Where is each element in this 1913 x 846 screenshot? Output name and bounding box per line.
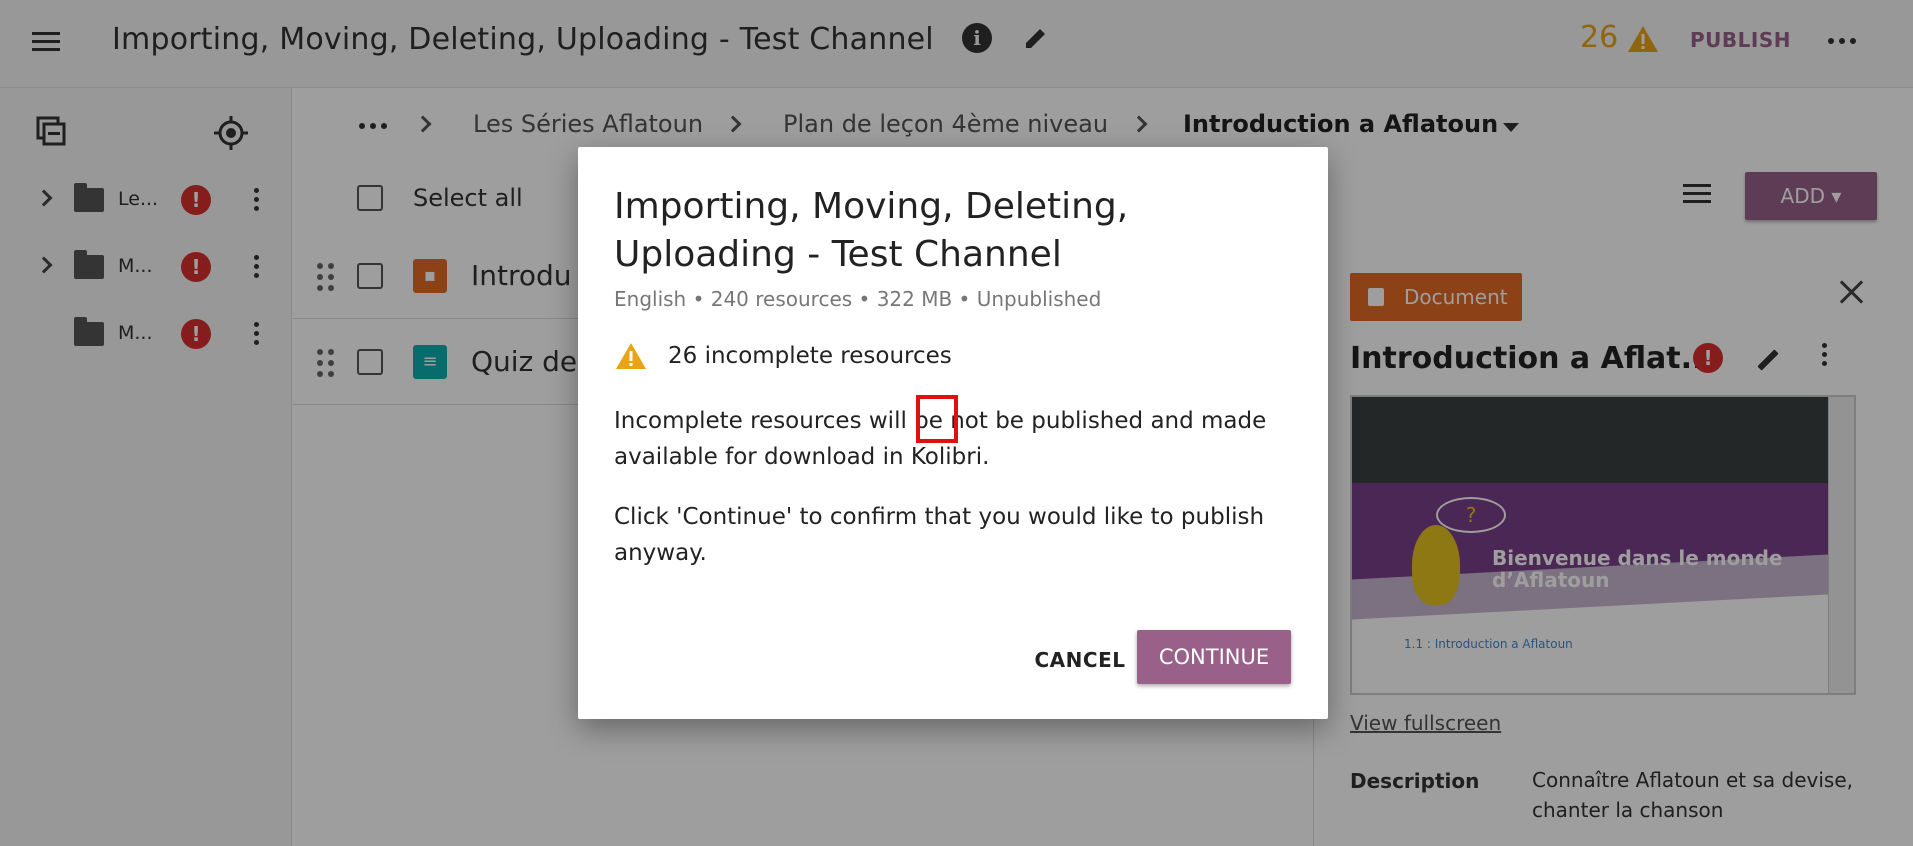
cancel-button[interactable]: CANCEL [1010,635,1150,685]
incomplete-warning: 26 incomplete resources [614,341,952,375]
publish-confirm-dialog: Importing, Moving, Deleting, Uploading -… [578,147,1328,719]
continue-button[interactable]: CONTINUE [1137,630,1291,684]
dialog-confirm-message: Click 'Continue' to confirm that you wou… [614,504,1265,566]
dialog-title: Importing, Moving, Deleting, Uploading -… [614,186,1129,275]
dialog-message: Incomplete resources will be not be publ… [614,408,1267,470]
warning-icon [616,343,646,369]
highlight-box [916,395,958,443]
warning-text: 26 incomplete resources [668,343,952,369]
dialog-meta: English • 240 resources • 322 MB • Unpub… [614,287,1102,311]
